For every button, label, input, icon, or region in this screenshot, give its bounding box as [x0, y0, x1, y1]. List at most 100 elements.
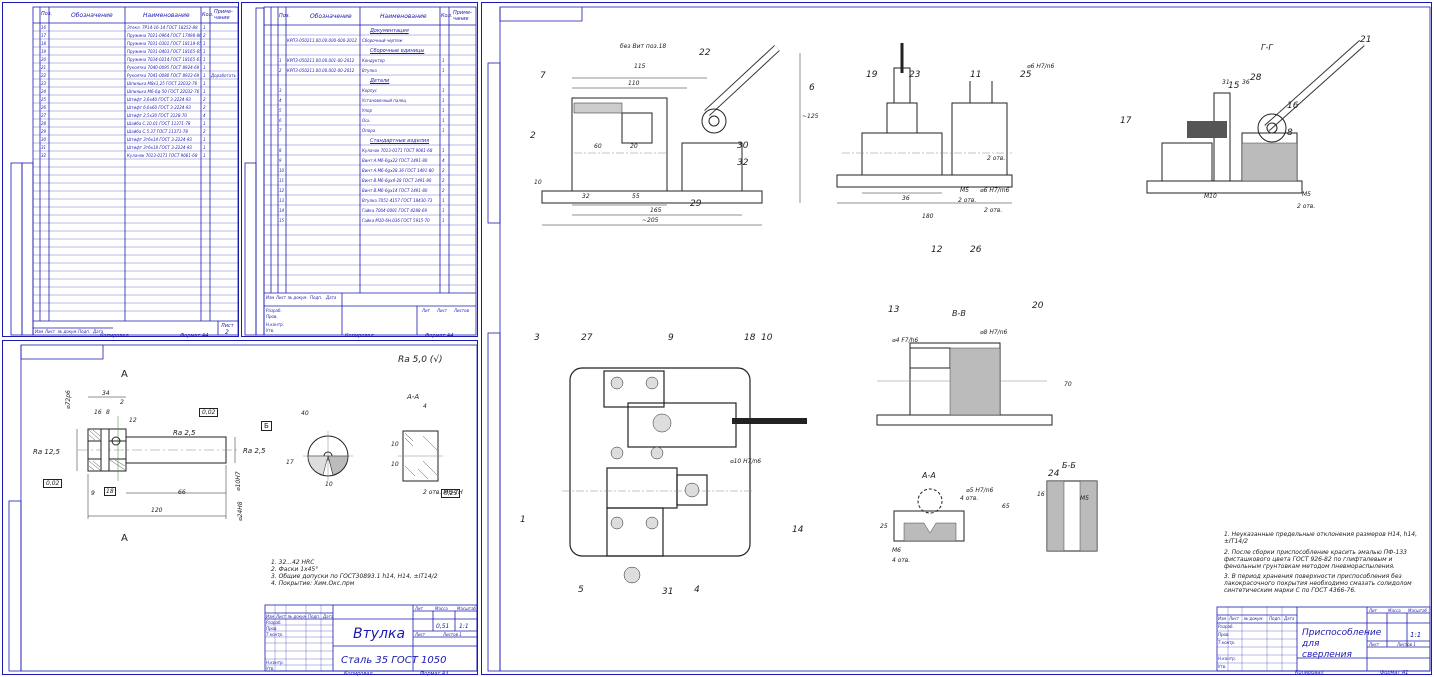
asm-fit-5: ⌀5 H7/n6: [966, 487, 994, 494]
spec2-section-heading: Детали: [370, 78, 390, 84]
asm-dim-115: 115: [634, 63, 646, 70]
spec2-row-designation: КРПЗ-050211.00.00.000-000-2012: [287, 38, 357, 43]
spec2-row-name: Винт В.М6-6gх14 ГОСТ 1491-80: [362, 188, 428, 193]
part-diam-2: ⌀24H8: [237, 501, 244, 521]
spec1-header-designation: Обозначение: [71, 12, 113, 19]
asm-dim-125: ~125: [802, 113, 819, 120]
assembly-note-top: без Вит поз.18: [620, 43, 667, 50]
spec2-footer-date: Дата: [326, 295, 337, 300]
asm-thread-m5b: М5: [1302, 191, 1311, 198]
callout-9: 9: [668, 333, 674, 343]
spec2-footer-sign: Подп.: [310, 295, 323, 300]
part-title-name: Втулка: [353, 626, 406, 642]
asm-dim-55: 55: [632, 193, 640, 200]
callout-30: 30: [737, 141, 749, 151]
spec2-row-qty: 1: [442, 98, 445, 103]
part-section-label: А-А: [407, 393, 420, 401]
spec2-section-heading: Сборочные единицы: [370, 48, 425, 54]
assembly-title-scale-label: Масштаб: [1408, 608, 1428, 613]
spec2-row-name: Втулка: [362, 68, 377, 73]
spec1-row-name: Этекл. 7Р14-16-14 ГОСТ 18252-88: [127, 25, 198, 30]
callout-11: 11: [970, 70, 982, 80]
spec2-row-name: Гайка 7004-0091 ГОСТ 4288-69: [362, 208, 428, 213]
spec1-row-qty: 1: [203, 57, 206, 62]
callout-3: 3: [534, 333, 540, 343]
spec1-row-pos: 24: [41, 89, 47, 94]
asm-thread-m5a: М5: [960, 187, 969, 194]
spec1-row-pos: 32: [41, 153, 47, 158]
spec2-footer-prov: Пров.: [266, 314, 278, 319]
assembly-note-3: 3. В период хранения поверхности приспос…: [1224, 573, 1412, 594]
part-dim-120: 120: [151, 507, 163, 514]
spec2-format: Формат А4: [425, 333, 454, 339]
part-title-sign: Подп.: [308, 614, 321, 619]
asm-dim-165: 165: [650, 207, 662, 214]
spec2-footer-list: Лист: [276, 295, 287, 300]
spec2-row-pos: 3: [279, 88, 282, 93]
part-dim-18: 18: [104, 487, 116, 496]
part-tolerance-2: 0,02: [43, 479, 63, 488]
assembly-title-nkontr: Н.контр.: [1218, 656, 1236, 661]
spec1-row-name: Пружина 7034-0214 ГОСТ 18165-67: [127, 57, 202, 62]
spec2-row-name: Винт А.М6-6gх28.36 ГОСТ 1491-80: [362, 168, 434, 173]
callout-31: 31: [662, 587, 674, 597]
spec2-row-pos: 4: [279, 98, 282, 103]
spec1-row-name: Рукоятка 7040-0095 ГОСТ 8924-69: [127, 65, 200, 70]
spec2-row-pos: 6: [279, 118, 282, 123]
assembly-copied: Копировал: [1295, 670, 1324, 676]
part-note-4: 4. Покрытие: Хим.Окс.прм: [271, 580, 355, 587]
asm-dim-32: 32: [582, 193, 590, 200]
spec2-row-designation: КРПЗ-050211.00.00.002-00-2012: [287, 68, 355, 73]
spec1-sheet-num: 2: [225, 329, 229, 336]
spec2-row-pos: 14: [279, 208, 285, 213]
spec1-row-name: Штифт 3т6х14 ГОСТ 3-2224-93: [127, 137, 192, 142]
spec2-row-qty: 1: [442, 148, 445, 153]
spec1-row-qty: 2: [203, 97, 206, 102]
spec1-row-qty: 1: [203, 121, 206, 126]
asm-dim-180: 180: [922, 213, 934, 220]
section-bb-label: Б-Б: [1062, 461, 1076, 470]
spec2-row-designation: КРПЗ-050211.00.00.001-00-2012: [287, 58, 355, 63]
spec1-row-pos: 27: [41, 113, 47, 118]
spec2-row-qty: 1: [442, 88, 445, 93]
spec1-row-qty: 1: [203, 89, 206, 94]
spec1-row-name: Штифт 3т6х18 ГОСТ 3-2224-93: [127, 145, 192, 150]
part-datum: Б: [261, 421, 272, 431]
spec2-row-pos: 12: [279, 188, 285, 193]
asm-dim-25: 25: [880, 523, 888, 530]
callout-17: 17: [1120, 116, 1132, 126]
spec1-header-pos: Поз.: [41, 11, 53, 17]
spec1-row-name: Штифт 2,5х30 ГОСТ 3128-70: [127, 113, 187, 118]
spec1-row-pos: 18: [41, 41, 47, 46]
spec1-row-pos: 21: [41, 65, 47, 70]
part-dim-8: 8: [106, 409, 110, 416]
spec1-row-qty: 1: [203, 145, 206, 150]
spec1-header-name: Наименование: [143, 12, 190, 19]
spec2-row-name: Втулка 7051-4157 ГОСТ 18430-73: [362, 198, 433, 203]
asm-fit-4: ⌀10 H7/n6: [730, 458, 762, 465]
spec2-row-name: Корпус: [362, 88, 378, 93]
part-note-2: 2. Фаски 1х45°: [271, 566, 319, 573]
callout-8: 8: [1287, 128, 1293, 138]
part-diam-3: ⌀10H7: [235, 471, 242, 491]
spec1-row-pos: 16: [41, 25, 47, 30]
assembly-title-sheets: Листов 1: [1397, 642, 1416, 647]
spec2-row-name: Сборочный чертеж: [362, 38, 403, 43]
spec1-row-pos: 17: [41, 33, 47, 38]
asm-dim-16: 16: [1037, 491, 1045, 498]
callout-27: 27: [581, 333, 593, 343]
spec2-row-qty: 1: [442, 128, 445, 133]
asm-holes-4: 2 отв.: [1297, 203, 1316, 210]
part-cut-label-top: А: [121, 369, 128, 380]
callout-23: 23: [909, 70, 921, 80]
asm-dim-20: 20: [630, 143, 638, 150]
spec2-row-qty: 1: [442, 108, 445, 113]
callout-1: 1: [520, 515, 526, 525]
spec2-row-name: Опора: [362, 128, 376, 133]
callout-4: 4: [694, 585, 700, 595]
spec1-row-qty: 1: [203, 25, 206, 30]
assembly-title-date: Дата: [1284, 616, 1295, 621]
spec2-row-pos: 1: [279, 58, 282, 63]
spec1-row-qty: 1: [203, 81, 206, 86]
spec1-row-name: Шайба С.5.37 ГОСТ 11371-78: [127, 129, 188, 134]
